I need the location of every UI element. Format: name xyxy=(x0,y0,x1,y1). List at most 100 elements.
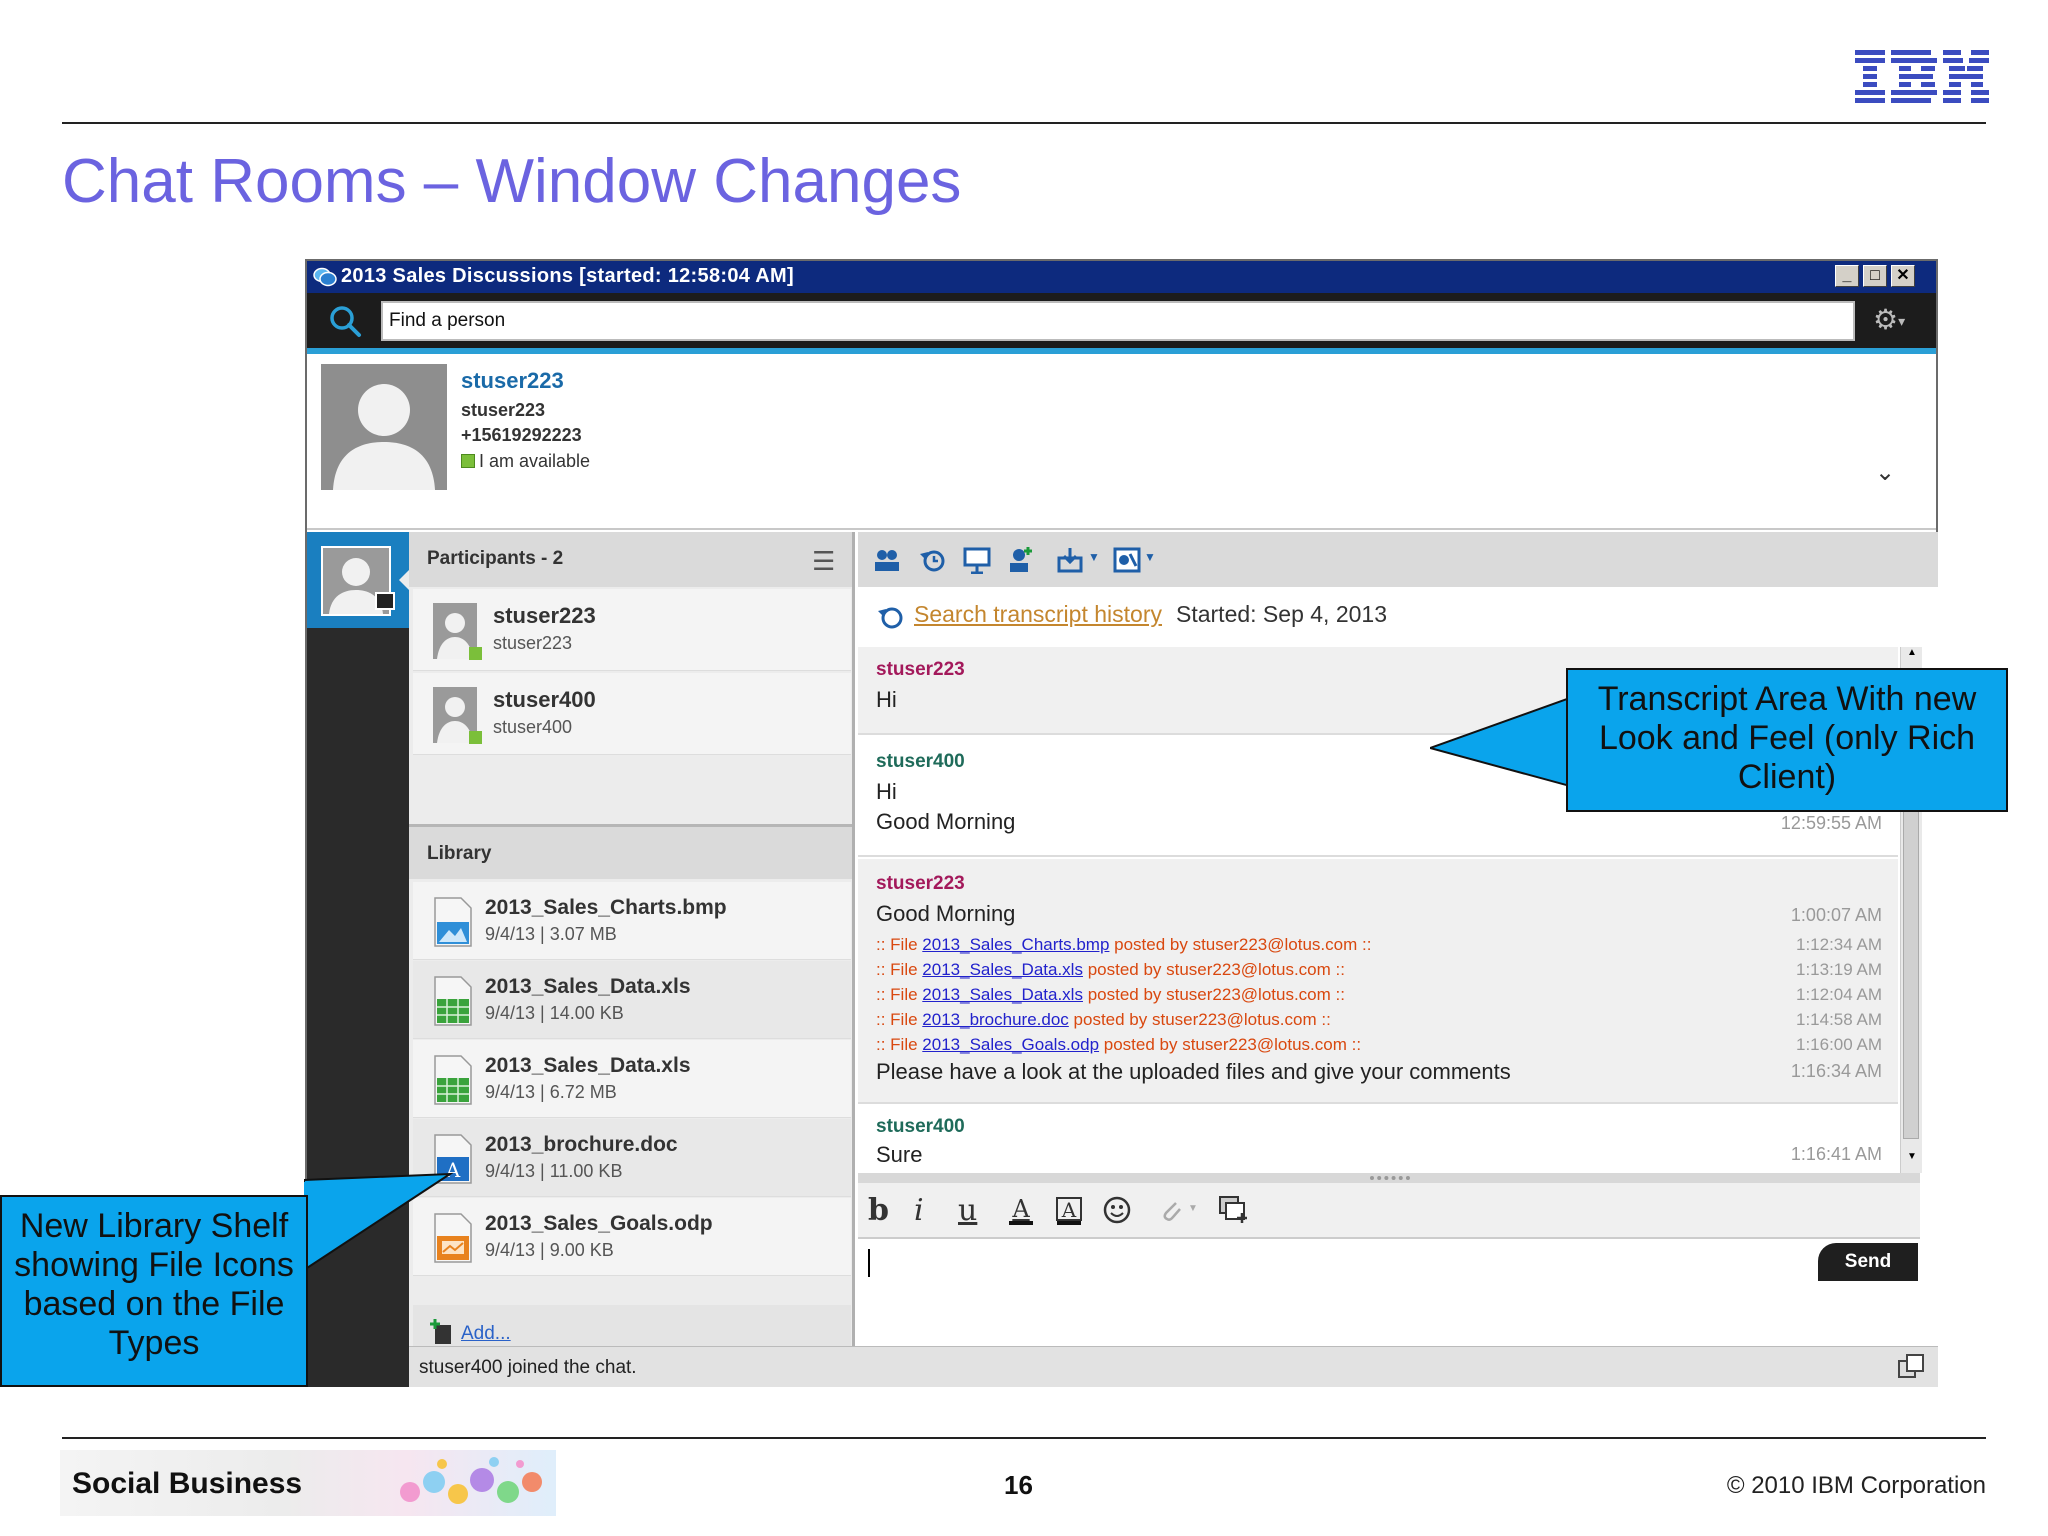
library-callout-pointer xyxy=(304,1172,454,1272)
selection-pointer xyxy=(399,570,409,590)
send-file-icon[interactable] xyxy=(1056,546,1086,574)
add-file-link[interactable]: Add... xyxy=(461,1323,511,1345)
library-file-row[interactable]: 2013_Sales_Data.xls 9/4/13 | 14.00 KB xyxy=(413,961,851,1039)
add-file-icon xyxy=(430,1319,451,1344)
expand-chevron-icon[interactable]: ⌄ xyxy=(1875,458,1895,487)
spreadsheet-file-icon xyxy=(434,976,472,1026)
text-caret xyxy=(868,1249,870,1277)
settings-gear-icon[interactable]: ⚙▾ xyxy=(1873,303,1921,337)
attach-icon[interactable] xyxy=(1158,1197,1184,1225)
chat-toolbar: ▼ ▼ xyxy=(858,532,1938,587)
window-titlebar: 2013 Sales Discussions [started: 12:58:0… xyxy=(307,261,1936,293)
library-file-row[interactable]: A 2013_brochure.doc 9/4/13 | 11.00 KB xyxy=(413,1119,851,1197)
file-link[interactable]: 2013_Sales_Goals.odp xyxy=(922,1035,1099,1054)
slide-title: Chat Rooms – Window Changes xyxy=(62,147,962,216)
transcript-message: stuser400 Sure 1:16:41 AM xyxy=(858,1106,1898,1173)
participants-header: Participants - 2 ☰ xyxy=(409,532,852,587)
participants-library-panel: Participants - 2 ☰ stuser223 stuser223 s… xyxy=(409,532,855,1387)
file-link[interactable]: 2013_brochure.doc xyxy=(922,1010,1069,1029)
message-sender: stuser223 xyxy=(876,873,965,894)
file-link[interactable]: 2013_Sales_Data.xls xyxy=(922,985,1083,1004)
transcript-search-row: Search transcript history Started: Sep 4… xyxy=(858,587,1920,647)
scroll-down-icon[interactable]: ▼ xyxy=(1903,1151,1921,1169)
history-icon xyxy=(878,607,903,629)
file-link[interactable]: 2013_Sales_Charts.bmp xyxy=(922,935,1109,954)
message-time: 1:14:58 AM xyxy=(1795,1010,1882,1029)
italic-button[interactable]: i xyxy=(914,1193,924,1228)
emoticon-icon[interactable] xyxy=(1102,1195,1132,1225)
file-name: 2013_Sales_Data.xls xyxy=(485,975,691,998)
file-meta: 9/4/13 | 11.00 KB xyxy=(485,1161,623,1181)
library-file-row[interactable]: 2013_Sales_Goals.odp 9/4/13 | 9.00 KB xyxy=(413,1198,851,1276)
bold-button[interactable]: b xyxy=(868,1193,889,1228)
pane-splitter[interactable] xyxy=(858,1173,1920,1183)
file-meta: 9/4/13 | 6.72 MB xyxy=(485,1082,617,1102)
search-icon[interactable] xyxy=(327,303,363,339)
message-sender: stuser400 xyxy=(876,1116,965,1137)
font-color-icon[interactable]: A xyxy=(1006,1195,1036,1227)
person-silhouette-icon xyxy=(321,364,447,490)
file-meta: 9/4/13 | 3.07 MB xyxy=(485,924,617,944)
library-file-row[interactable]: 2013_Sales_Charts.bmp 9/4/13 | 3.07 MB xyxy=(413,882,851,960)
business-card: stuser223 stuser223 +15619292223 I am av… xyxy=(307,354,1936,530)
message-time: 1:16:00 AM xyxy=(1795,1035,1882,1054)
file-meta: 9/4/13 | 9.00 KB xyxy=(485,1240,614,1260)
person-search-bar: ⚙▾ xyxy=(307,293,1936,348)
file-posted-notice: :: File 2013_Sales_Goals.odp posted by s… xyxy=(876,1035,1362,1054)
message-text: Hi xyxy=(876,687,897,712)
contact-name-link[interactable]: stuser223 xyxy=(461,368,564,394)
available-status-icon xyxy=(461,454,475,468)
invite-people-icon[interactable] xyxy=(872,546,902,574)
file-link[interactable]: 2013_Sales_Data.xls xyxy=(922,960,1083,979)
chat-bubbles-icon xyxy=(313,267,337,287)
meeting-icon[interactable] xyxy=(1112,546,1142,574)
contact-phone: +15619292223 xyxy=(461,425,582,445)
underline-button[interactable]: u xyxy=(958,1193,977,1228)
highlight-color-icon[interactable]: A xyxy=(1054,1195,1084,1227)
ibm-logo xyxy=(1855,50,1989,103)
sidebar-item-active-chat[interactable] xyxy=(307,532,409,628)
history-icon[interactable] xyxy=(918,546,948,574)
message-sender: stuser223 xyxy=(876,659,965,680)
library-header: Library xyxy=(409,824,852,879)
file-posted-notice: :: File 2013_Sales_Charts.bmp posted by … xyxy=(876,935,1372,954)
send-button[interactable]: Send xyxy=(1818,1243,1918,1281)
message-text: Sure xyxy=(876,1142,923,1167)
add-participant-icon[interactable] xyxy=(1004,546,1034,574)
chat-window: 2013 Sales Discussions [started: 12:58:0… xyxy=(305,259,1938,1387)
chat-area: ▼ ▼ Search transcript history Started: S… xyxy=(858,532,1938,1387)
search-transcript-link[interactable]: Search transcript history xyxy=(914,601,1162,628)
footer-divider xyxy=(62,1437,1986,1439)
status-bar: stuser400 joined the chat. xyxy=(409,1346,1938,1387)
people-illustration-icon xyxy=(400,1457,542,1504)
minimize-button[interactable]: _ xyxy=(1835,265,1859,287)
participant-row[interactable]: stuser223 stuser223 xyxy=(413,589,851,671)
screen-capture-icon[interactable] xyxy=(1218,1195,1248,1225)
message-time: 12:59:55 AM xyxy=(1780,813,1882,833)
message-time: 1:00:07 AM xyxy=(1790,905,1882,925)
maximize-button[interactable]: □ xyxy=(1863,265,1887,287)
meeting-dropdown-icon[interactable]: ▼ xyxy=(1144,550,1156,564)
whiteboard-icon[interactable] xyxy=(962,546,992,574)
file-name: 2013_brochure.doc xyxy=(485,1133,678,1156)
send-file-dropdown-icon[interactable]: ▼ xyxy=(1088,550,1100,564)
scroll-up-icon[interactable]: ▲ xyxy=(1903,647,1921,665)
message-sender: stuser400 xyxy=(876,751,965,772)
message-time: 1:16:34 AM xyxy=(1790,1061,1882,1081)
file-name: 2013_Sales_Charts.bmp xyxy=(485,896,727,919)
attach-dropdown-icon[interactable]: ▼ xyxy=(1188,1203,1198,1214)
close-button[interactable]: ✕ xyxy=(1891,265,1915,287)
library-file-row[interactable]: 2013_Sales_Data.xls 9/4/13 | 6.72 MB xyxy=(413,1040,851,1118)
popout-icon[interactable] xyxy=(1897,1353,1925,1381)
transcript-callout: Transcript Area With new Look and Feel (… xyxy=(1566,668,2008,812)
library-title: Library xyxy=(427,843,492,864)
window-title: 2013 Sales Discussions [started: 12:58:0… xyxy=(341,265,794,287)
participant-row[interactable]: stuser400 stuser400 xyxy=(413,673,851,755)
message-text: Good Morning xyxy=(876,809,1016,834)
find-person-input[interactable] xyxy=(381,301,1855,341)
spreadsheet-file-icon xyxy=(434,1055,472,1105)
participant-name: stuser400 xyxy=(493,687,596,712)
message-text: Please have a look at the uploaded files… xyxy=(876,1059,1511,1084)
menu-icon[interactable]: ☰ xyxy=(812,546,835,577)
message-input[interactable]: Send xyxy=(858,1239,1920,1345)
